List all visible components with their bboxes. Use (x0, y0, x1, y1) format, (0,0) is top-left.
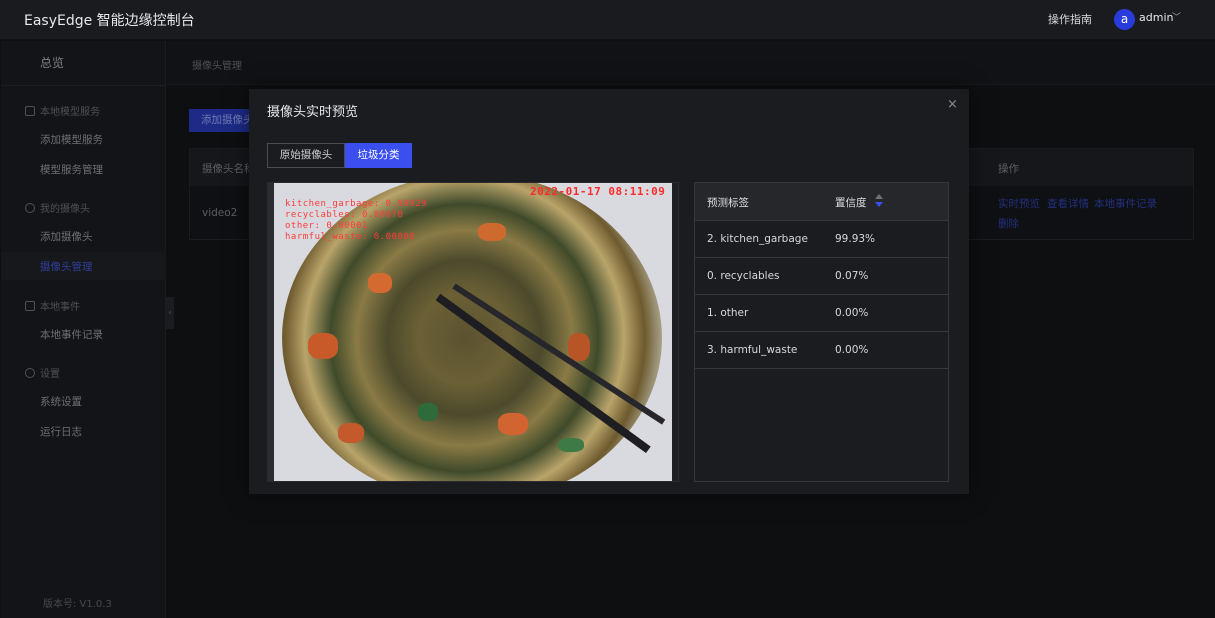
sidebar-group-model-service: 本地模型服务 (25, 103, 100, 118)
sort-icon[interactable] (875, 194, 883, 210)
prediction-confidence: 0.07% (835, 270, 869, 282)
sidebar-group-local-events: 本地事件 (25, 298, 80, 313)
action-live-preview[interactable]: 实时预览 (998, 196, 1040, 211)
column-header-actions: 操作 (998, 163, 1019, 175)
sidebar-group-camera: 我的摄像头 (25, 200, 90, 215)
sidebar-item-add-camera[interactable]: 添加摄像头 (40, 229, 93, 244)
camera-name-cell: video2 (202, 207, 238, 219)
action-event-log[interactable]: 本地事件记录 (1094, 196, 1157, 211)
sidebar-item-system-settings[interactable]: 系统设置 (40, 394, 82, 409)
overlay-line: other: 0.00001 (285, 221, 368, 231)
breadcrumb-bar: 摄像头管理 (167, 41, 1215, 85)
prediction-label: 2. kitchen_garbage (707, 233, 808, 245)
sidebar-item-add-model-service[interactable]: 添加模型服务 (40, 132, 103, 147)
prediction-confidence: 0.00% (835, 307, 869, 319)
prediction-table: 预测标签 置信度 2. kitchen_garbage 99.93% 0. re… (694, 182, 949, 482)
overlay-line: recyclables: 0.00070 (285, 210, 404, 220)
prediction-label: 0. recyclables (707, 270, 780, 282)
sidebar-divider (1, 85, 166, 86)
sidebar-item-local-event-log[interactable]: 本地事件记录 (40, 327, 103, 342)
tab-garbage-classification[interactable]: 垃圾分类 (345, 143, 412, 168)
sidebar-collapse-handle[interactable]: ‹ (166, 297, 174, 329)
top-bar: EasyEdge 智能边缘控制台 操作指南 a admin ﹀ (0, 0, 1215, 40)
sidebar-group-settings: 设置 (25, 365, 60, 380)
app-title[interactable]: EasyEdge 智能边缘控制台 (24, 10, 195, 30)
sidebar-item-overview[interactable]: 总览 (40, 54, 64, 71)
sidebar: 总览 本地模型服务 添加模型服务 模型服务管理 我的摄像头 添加摄像头 摄像头管… (1, 41, 166, 618)
overlay-line: harmful_waste: 0.00000 (285, 232, 416, 242)
breadcrumb: 摄像头管理 (192, 61, 242, 72)
prediction-label: 3. harmful_waste (707, 344, 798, 356)
prediction-table-header: 预测标签 置信度 (695, 183, 948, 221)
column-header-confidence[interactable]: 置信度 (835, 195, 867, 210)
chevron-down-icon[interactable]: ﹀ (1172, 10, 1181, 23)
username[interactable]: admin (1139, 11, 1173, 24)
table-row: 0. recyclables 0.07% (695, 258, 948, 295)
column-header-label: 预测标签 (707, 197, 749, 209)
sidebar-item-model-service-manage[interactable]: 模型服务管理 (40, 162, 103, 177)
overlay-line: kitchen_garbage: 0.99929 (285, 199, 428, 209)
avatar[interactable]: a (1114, 9, 1135, 30)
camera-icon (25, 203, 35, 213)
prediction-label: 1. other (707, 307, 749, 319)
cube-icon (25, 106, 35, 116)
image-icon (25, 301, 35, 311)
guide-link[interactable]: 操作指南 (1048, 11, 1092, 27)
sidebar-item-run-log[interactable]: 运行日志 (40, 424, 82, 439)
table-row: 2. kitchen_garbage 99.93% (695, 221, 948, 258)
gear-icon (25, 368, 35, 378)
close-icon[interactable]: × (947, 97, 958, 112)
prediction-confidence: 0.00% (835, 344, 869, 356)
tab-original-camera[interactable]: 原始摄像头 (267, 143, 345, 168)
action-delete[interactable]: 删除 (998, 216, 1019, 231)
video-timestamp: 2022-01-17 08:11:09 (530, 185, 666, 198)
table-row: 3. harmful_waste 0.00% (695, 332, 948, 369)
sidebar-item-camera-manage[interactable]: 摄像头管理 (40, 259, 93, 274)
version-label: 版本号: V1.0.3 (43, 599, 112, 610)
modal-title: 摄像头实时预览 (267, 105, 359, 120)
column-header-name: 摄像头名称 (202, 163, 255, 175)
action-view-details[interactable]: 查看详情 (1047, 196, 1089, 211)
table-row: 1. other 0.00% (695, 295, 948, 332)
live-preview-modal: 摄像头实时预览 × 原始摄像头 垃圾分类 2022-01-17 08:11:09… (249, 89, 969, 494)
camera-video-frame: 2022-01-17 08:11:09 kitchen_garbage: 0.9… (267, 182, 679, 482)
prediction-confidence: 99.93% (835, 233, 876, 245)
